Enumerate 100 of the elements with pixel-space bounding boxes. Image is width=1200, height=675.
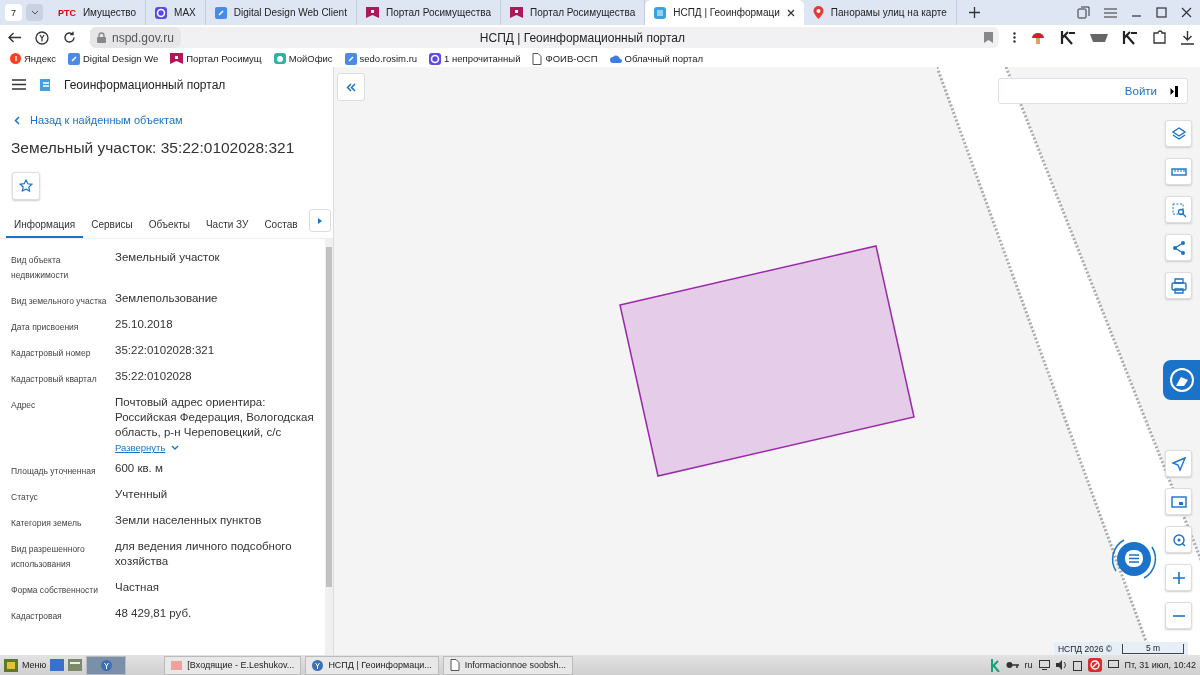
bookmark[interactable]: Облачный портал	[624, 53, 704, 64]
field-value: 48 429,81 руб.	[115, 606, 193, 621]
login-button[interactable]: Войти	[998, 78, 1188, 104]
field-value: Частная	[115, 580, 161, 595]
star-icon	[19, 179, 33, 193]
browser-launcher[interactable]	[86, 655, 127, 675]
printer-button[interactable]	[1165, 272, 1192, 299]
caret-right-icon	[318, 217, 322, 224]
bookmark[interactable]: Портал Росимущ	[186, 53, 262, 64]
document-icon	[449, 659, 460, 671]
new-tab-icon[interactable]	[968, 6, 980, 18]
taskbar-item[interactable]: Informacionnoe soobsh...	[442, 655, 573, 675]
browser-tab[interactable]: НСПД | Геоинформаци	[645, 0, 804, 25]
download-icon[interactable]	[1181, 30, 1194, 45]
navigation-arrow-button[interactable]	[1165, 450, 1192, 477]
tab-counter[interactable]: 7	[5, 4, 22, 21]
monitor-icon[interactable]	[1038, 660, 1050, 670]
bookmark[interactable]: Яндекс	[24, 53, 56, 64]
file-manager-icon[interactable]	[68, 659, 83, 671]
y-circle-icon	[10, 53, 21, 64]
back-arrow-icon[interactable]	[8, 32, 21, 43]
zoom-in-button[interactable]	[1165, 564, 1192, 591]
field-label: Кадастровый номер	[11, 347, 92, 360]
selection-zoom-button[interactable]	[1165, 196, 1192, 223]
y-circle-icon	[312, 659, 324, 671]
field-label: Статус	[11, 491, 39, 504]
section-tab[interactable]: Состав	[256, 212, 306, 238]
address-bar[interactable]: nspd.gov.ru НСПД | Геоинформационный портал	[90, 27, 999, 48]
field-label: Форма собственности	[11, 584, 99, 597]
pin-icon	[812, 6, 824, 19]
close-icon[interactable]	[786, 8, 795, 17]
bowl-icon[interactable]	[1090, 32, 1108, 43]
field-label: Кадастровый квартал	[11, 373, 98, 386]
start-menu[interactable]: Меню	[22, 660, 47, 670]
yandex-icon[interactable]	[35, 30, 49, 45]
bookmark-icon[interactable]	[984, 32, 993, 43]
flag-icon	[510, 7, 524, 18]
block-icon[interactable]	[1087, 658, 1102, 672]
layers-button[interactable]	[1165, 120, 1192, 147]
taskbar-item[interactable]: [Входящие - E.Leshukov...	[164, 655, 302, 675]
portal-logo-icon	[38, 76, 52, 93]
page-title: НСПД | Геоинформационный портал	[478, 30, 686, 45]
chevron-left-icon	[14, 115, 20, 125]
bookmark[interactable]: Digital Design We	[82, 53, 159, 64]
desktop-icon[interactable]	[50, 659, 65, 671]
field-label: Кадастровая	[11, 610, 63, 623]
minimap-button[interactable]	[1165, 488, 1192, 515]
url-text: nspd.gov.ru	[112, 30, 174, 45]
k-logo-icon[interactable]	[1122, 30, 1138, 45]
scale-bar: 5 m	[1122, 643, 1184, 654]
k-logo-icon[interactable]	[1060, 30, 1076, 45]
field-value: для ведения личного подсобного хозяйства	[115, 539, 293, 569]
section-tab[interactable]: Объекты	[140, 212, 198, 238]
bookmark[interactable]: МойОфис	[288, 53, 333, 64]
taskbar-item[interactable]: НСПД | Геоинформаци...	[305, 655, 439, 675]
tabs-icon[interactable]	[1077, 6, 1090, 19]
kebab-menu-icon[interactable]	[1013, 32, 1016, 43]
section-tab[interactable]: Сервисы	[83, 212, 141, 238]
navigation-arrow-icon	[1170, 455, 1187, 472]
collapse-panel-button[interactable]	[337, 73, 365, 101]
share-button[interactable]	[1165, 234, 1192, 261]
field-value: 25.10.2018	[115, 317, 174, 332]
keyboard-layout[interactable]: ru	[1024, 660, 1033, 670]
bookmark[interactable]: ФОИВ-ОСП	[545, 53, 598, 64]
field-value: 35:22:0102028	[115, 369, 193, 384]
app-title: Геоинформационный портал	[64, 77, 226, 92]
bookmark[interactable]: sedo.rosim.ru	[359, 53, 418, 64]
location-search-button[interactable]	[1165, 526, 1192, 553]
expand-link[interactable]: Развернуть	[115, 442, 166, 453]
field-label: Адрес	[11, 399, 37, 412]
printer-icon	[1170, 277, 1187, 294]
ruler-button[interactable]	[1165, 158, 1192, 185]
chevron-down-icon	[30, 10, 39, 15]
bookmark[interactable]: 1 непрочитанный	[444, 53, 521, 64]
zoom-out-button[interactable]	[1165, 602, 1192, 629]
scroll-tabs-button[interactable]	[309, 209, 331, 232]
field-label: Дата присвоения	[11, 321, 80, 334]
menu-icon[interactable]	[12, 79, 26, 90]
start-menu-icon[interactable]	[4, 658, 18, 672]
y-circle-icon	[100, 659, 112, 671]
close-icon[interactable]	[1181, 7, 1192, 18]
minimap-icon	[1170, 493, 1187, 510]
field-value: Землепользование	[115, 291, 219, 306]
section-tab[interactable]: Информация	[6, 212, 84, 238]
clock: Пт, 31 июл, 10:42	[1124, 660, 1196, 670]
assistant-button[interactable]	[1163, 360, 1200, 400]
link-icon	[214, 6, 227, 19]
field-value: Земли населенных пунктов	[115, 513, 263, 528]
back-link[interactable]: Назад к найденным объектам	[30, 114, 183, 126]
maximize-icon[interactable]	[1156, 7, 1167, 18]
field-label: Вид объекта недвижимости	[11, 254, 70, 282]
key-icon[interactable]	[1005, 661, 1019, 669]
chevron-down-icon	[171, 445, 180, 450]
section-tab[interactable]: Части ЗУ	[197, 212, 257, 238]
reload-icon[interactable]	[63, 31, 76, 44]
double-chevron-left-icon	[346, 82, 356, 92]
lock-icon	[97, 32, 106, 43]
speaker-icon[interactable]	[1055, 660, 1067, 670]
favorite-button[interactable]	[12, 172, 40, 200]
scrollbar[interactable]	[325, 239, 333, 655]
